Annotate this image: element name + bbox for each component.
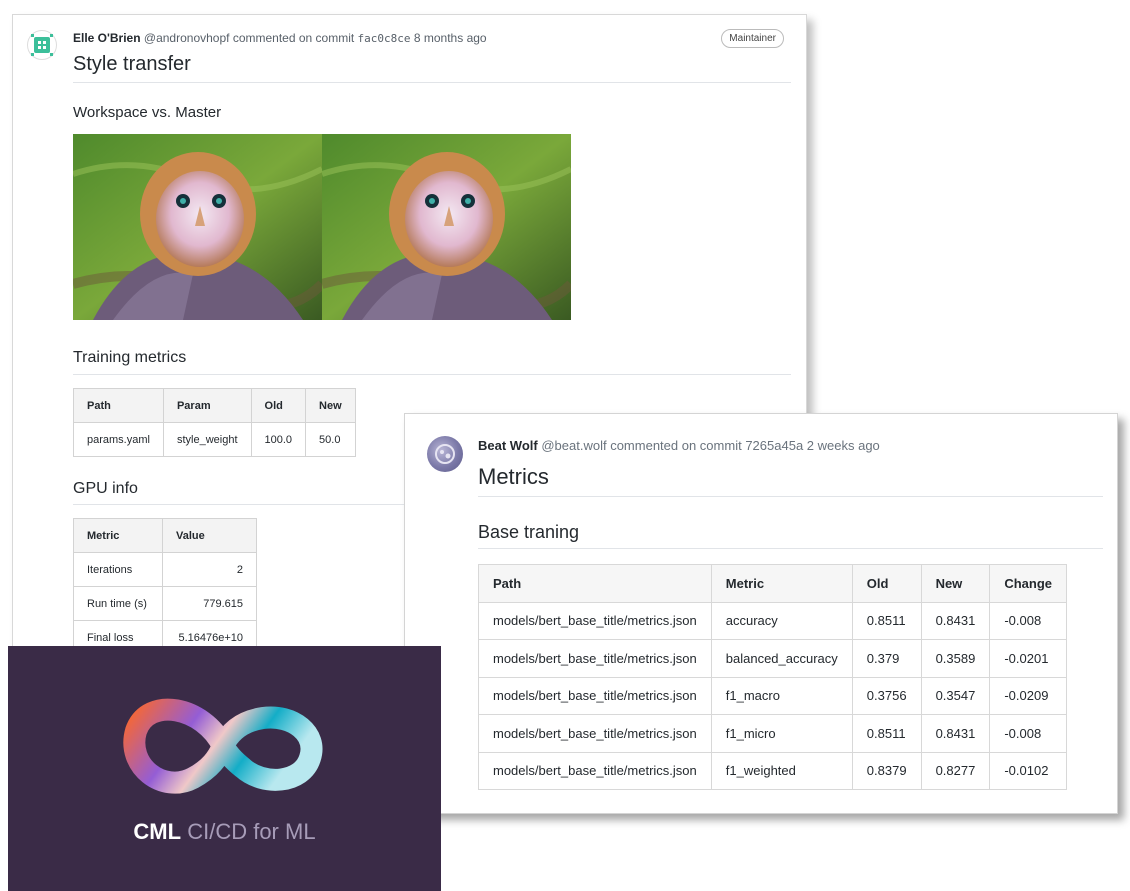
column-header: Path [478, 564, 712, 603]
gpu-info-table: Metric Value Iterations 2 Run time (s) 7… [73, 518, 257, 655]
table-cell: models/bert_base_title/metrics.json [478, 714, 712, 753]
table-cell: models/bert_base_title/metrics.json [478, 639, 712, 678]
table-cell: 100.0 [250, 422, 307, 457]
table-row: params.yaml style_weight 100.0 50.0 [73, 422, 356, 457]
table-cell: accuracy [710, 601, 853, 640]
table-cell: 0.8511 [851, 714, 922, 753]
table-cell: f1_weighted [710, 751, 853, 790]
user-avatar-icon[interactable] [427, 436, 463, 472]
section-heading: Base traning [478, 522, 580, 542]
action-text: commented on commit [232, 31, 355, 45]
cml-wordmark: CML CI/CD for ML [8, 819, 441, 845]
author-handle[interactable]: @andronovhopf [144, 31, 230, 45]
table-header-row: Path Param Old New [73, 388, 356, 423]
section-heading-images: Workspace vs. Master [73, 104, 222, 121]
table-cell: balanced_accuracy [710, 639, 853, 678]
section-heading-gpu: GPU info [73, 480, 138, 497]
table-cell: -0.008 [989, 714, 1067, 753]
column-header: Metric [73, 518, 163, 553]
column-header: Change [989, 564, 1067, 603]
table-cell: 0.8277 [920, 751, 991, 790]
divider [478, 496, 1103, 497]
author-handle[interactable]: @beat.wolf [541, 438, 606, 453]
table-cell: f1_micro [710, 714, 853, 753]
table-cell: -0.008 [989, 601, 1067, 640]
table-cell: models/bert_base_title/metrics.json [478, 676, 712, 715]
divider [73, 504, 413, 505]
table-cell: -0.0201 [989, 639, 1067, 678]
table-row: Iterations 2 [73, 552, 257, 587]
comment-card-metrics: Beat Wolf @beat.wolf commented on commit… [404, 413, 1118, 814]
table-cell: models/bert_base_title/metrics.json [478, 601, 712, 640]
image-comparison [73, 134, 571, 320]
table-row: models/bert_base_title/metrics.json f1_m… [478, 714, 1067, 753]
table-row: models/bert_base_title/metrics.json f1_w… [478, 751, 1067, 790]
table-cell: 0.3756 [851, 676, 922, 715]
table-row: Run time (s) 779.615 [73, 586, 257, 621]
table-header-row: Path Metric Old New Change [478, 564, 1067, 603]
table-cell: params.yaml [73, 422, 164, 457]
cml-brand-text: CML [133, 819, 182, 844]
robot-avatar-icon[interactable] [27, 30, 57, 60]
master-owl-image [322, 134, 571, 320]
comment-title: Style transfer [73, 53, 191, 75]
table-cell: 50.0 [305, 422, 356, 457]
table-cell: -0.0209 [989, 676, 1067, 715]
column-header: Value [162, 518, 257, 553]
divider [73, 82, 791, 83]
divider [478, 548, 1103, 549]
cml-logo-panel: CML CI/CD for ML [8, 646, 441, 891]
table-header-row: Metric Value [73, 518, 257, 553]
table-cell: Run time (s) [73, 586, 163, 621]
commit-hash[interactable]: 7265a45a [745, 438, 803, 453]
table-cell: f1_macro [710, 676, 853, 715]
table-cell: 0.8379 [851, 751, 922, 790]
column-header: Metric [710, 564, 853, 603]
cml-tagline: CI/CD for ML [187, 819, 316, 844]
table-cell: 0.8431 [920, 601, 991, 640]
timestamp[interactable]: 2 weeks ago [807, 438, 880, 453]
table-cell: 779.615 [162, 586, 257, 621]
table-cell: 0.379 [851, 639, 922, 678]
table-cell: 0.8511 [851, 601, 922, 640]
section-heading-training: Training metrics [73, 349, 187, 366]
column-header: Old [250, 388, 307, 423]
table-cell: style_weight [162, 422, 252, 457]
table-cell: 2 [162, 552, 257, 587]
action-text: commented on commit [610, 438, 742, 453]
column-header: Param [162, 388, 252, 423]
table-row: models/bert_base_title/metrics.json bala… [478, 639, 1067, 678]
role-badge: Maintainer [721, 29, 784, 48]
table-row: models/bert_base_title/metrics.json accu… [478, 601, 1067, 640]
table-cell: 0.8431 [920, 714, 991, 753]
commit-hash[interactable]: fac0c8ce [358, 32, 411, 45]
table-cell: Iterations [73, 552, 163, 587]
table-cell: 0.3589 [920, 639, 991, 678]
comment-title: Metrics [478, 464, 549, 489]
column-header: Path [73, 388, 164, 423]
column-header: New [920, 564, 991, 603]
author-name[interactable]: Beat Wolf [478, 438, 538, 453]
column-header: New [305, 388, 356, 423]
timestamp[interactable]: 8 months ago [414, 31, 487, 45]
infinity-logo-icon [123, 698, 323, 794]
author-name[interactable]: Elle O'Brien [73, 31, 141, 45]
table-cell: models/bert_base_title/metrics.json [478, 751, 712, 790]
training-metrics-table: Path Param Old New params.yaml style_wei… [73, 388, 356, 457]
column-header: Old [851, 564, 922, 603]
comment-meta: Elle O'Brien @andronovhopf commented on … [73, 31, 487, 45]
divider [73, 374, 791, 375]
workspace-owl-image [73, 134, 322, 320]
table-row: models/bert_base_title/metrics.json f1_m… [478, 676, 1067, 715]
metrics-table: Path Metric Old New Change models/bert_b… [478, 564, 1067, 790]
table-cell: 0.3547 [920, 676, 991, 715]
comment-meta: Beat Wolf @beat.wolf commented on commit… [478, 438, 880, 453]
table-cell: -0.0102 [989, 751, 1067, 790]
